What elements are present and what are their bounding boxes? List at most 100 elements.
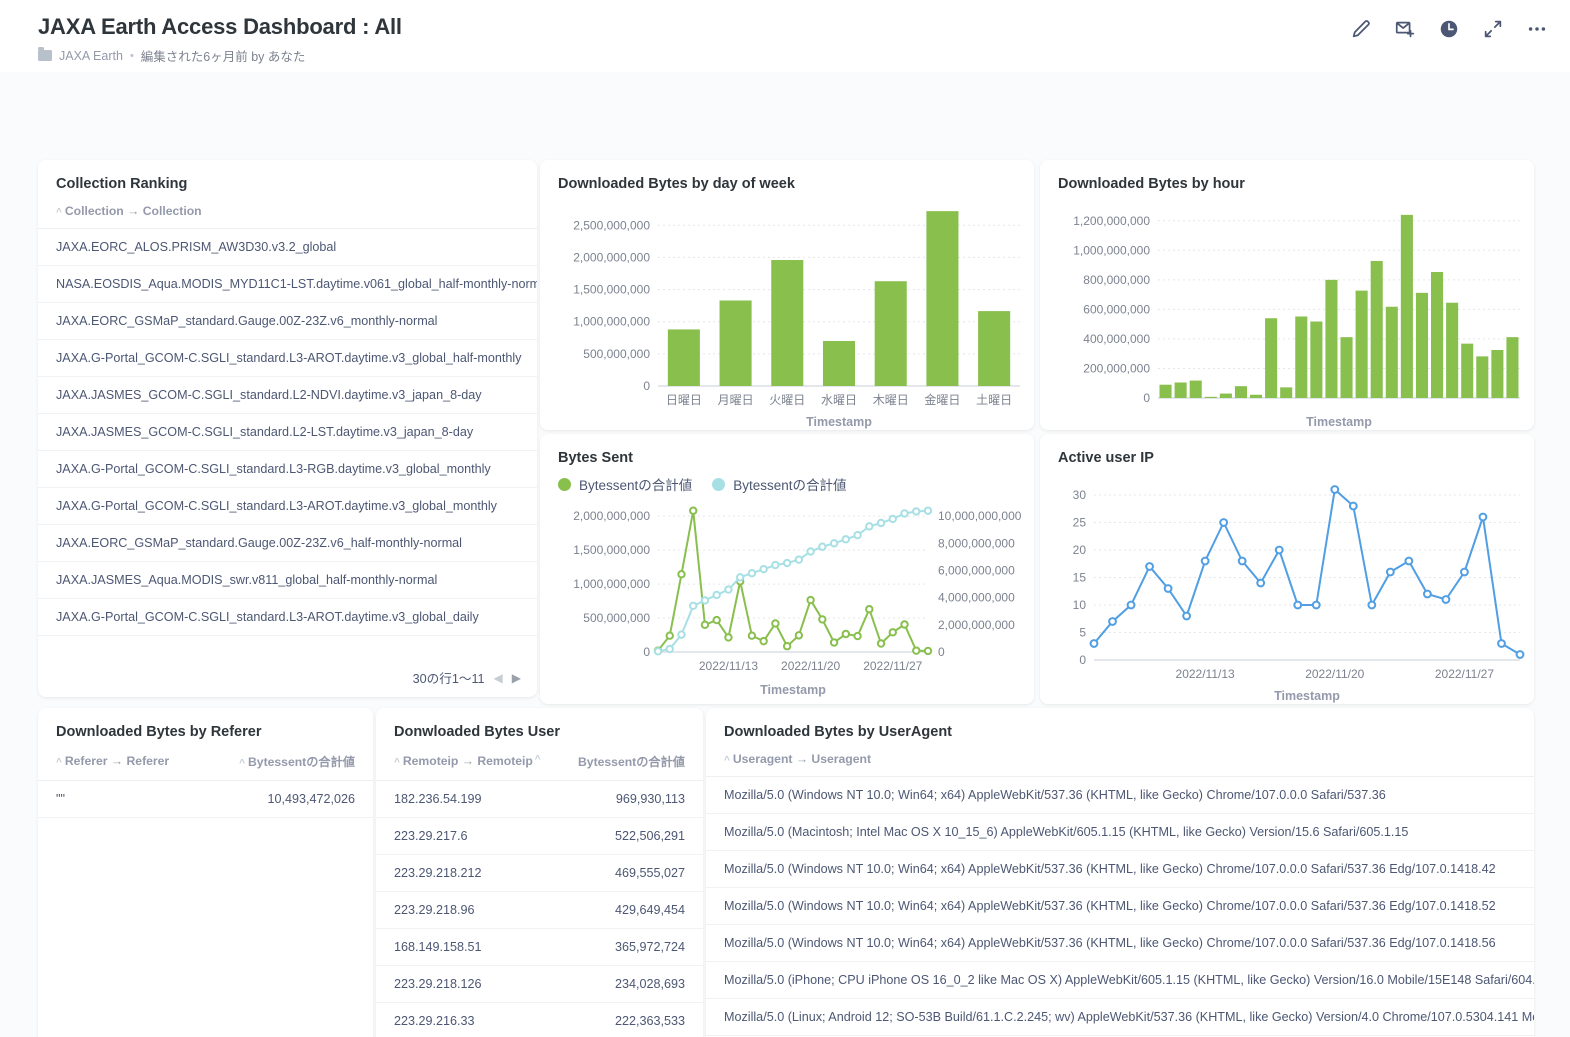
bar[interactable] [874,281,907,386]
table-row[interactable]: "" 10,493,472,026 [38,780,373,818]
prev-page-button[interactable]: ◀ [494,671,503,685]
cell-bytessent[interactable]: 429,649,454 [558,891,703,929]
data-point[interactable] [1497,639,1506,648]
data-point[interactable] [829,638,839,647]
bar[interactable] [1250,394,1263,398]
cell-useragent[interactable]: Mozilla/5.0 (Windows NT 10.0; Win64; x64… [706,850,1534,888]
data-point[interactable] [818,542,827,551]
table-row[interactable]: 223.29.218.212 469,555,027 [376,854,703,892]
cell-collection[interactable]: JAXA.JASMES_GCOM-C.SGLI_standard.L2-LST.… [38,413,537,451]
bar[interactable] [1461,343,1474,398]
data-point[interactable] [1200,556,1210,566]
data-point[interactable] [759,564,768,574]
cell-useragent[interactable]: Mozilla/5.0 (iPhone; CPU iPhone OS 16_0_… [706,961,1534,999]
data-point[interactable] [677,630,686,639]
cell-collection[interactable]: JAXA.G-Portal_GCOM-C.SGLI_standard.L3-AR… [38,339,537,377]
cell-useragent[interactable]: Mozilla/5.0 (Macintosh; Intel Mac OS X 1… [706,813,1534,851]
data-point[interactable] [1108,617,1117,626]
table-row[interactable]: Mozilla/5.0 (Windows NT 10.0; Win64; x64… [706,776,1534,814]
bar[interactable] [1295,316,1308,398]
cell-useragent[interactable]: Mozilla/5.0 (Windows NT 10.0; Win64; x64… [706,924,1534,962]
table-row[interactable]: JAXA.JASMES_Aqua.MODIS_swr.v811_global_h… [38,561,537,599]
bar[interactable] [1431,272,1444,398]
bar[interactable] [1265,318,1278,398]
data-point[interactable] [829,539,839,548]
table-row[interactable]: Mozilla/5.0 (Windows NT 10.0; Win64; x64… [706,887,1534,925]
data-point[interactable] [888,514,897,524]
data-point[interactable] [912,646,921,655]
bar[interactable] [1189,380,1202,398]
data-point[interactable] [665,631,674,640]
bar[interactable] [1234,386,1247,398]
chart-bytes-sent[interactable]: 0 500,000,000 1,000,000,000 1,500,000,000 2,… [540,494,1034,700]
cell-bytessent[interactable]: 10,493,472,026 [204,780,373,818]
envelope-plus-icon[interactable] [1394,18,1416,40]
next-page-button[interactable]: ▶ [512,671,521,685]
data-point[interactable] [1460,567,1469,577]
table-row[interactable]: 223.29.218.126 234,028,693 [376,965,703,1003]
data-point[interactable] [747,569,757,578]
cell-bytessent[interactable]: 469,555,027 [558,854,703,892]
data-point[interactable] [747,631,757,640]
bar[interactable] [1219,393,1232,398]
bar[interactable] [1415,292,1428,398]
data-point[interactable] [806,547,815,556]
data-point[interactable] [712,615,721,625]
data-point[interactable] [1515,650,1525,659]
column-header-useragent[interactable]: ^ Useragent → Useragent [706,744,1534,777]
bar[interactable] [926,211,959,386]
data-point[interactable] [700,620,710,630]
cell-remoteip[interactable]: 223.29.218.96 [376,891,559,929]
bar[interactable] [1159,384,1172,398]
data-point[interactable] [865,605,874,614]
cell-bytessent[interactable]: 222,363,533 [558,1002,703,1037]
data-point[interactable] [782,642,792,651]
cell-collection[interactable]: JAXA.EORC_GSMaP_standard.Gauge.00Z-23Z.v… [38,302,537,340]
table-row[interactable]: 223.29.218.96 429,649,454 [376,891,703,929]
cell-useragent[interactable]: Mozilla/5.0 (Linux; Android 12; SO-53B B… [706,998,1534,1036]
data-point[interactable] [1219,518,1229,527]
bar[interactable] [1476,356,1489,398]
bar[interactable] [978,311,1011,386]
table-row[interactable]: JAXA.G-Portal_GCOM-C.SGLI_standard.L3-AR… [38,598,537,636]
bar[interactable] [1506,337,1519,398]
data-point[interactable] [1145,562,1154,571]
cell-collection[interactable]: JAXA.JASMES_Aqua.MODIS_swr.v811_global_h… [38,561,537,599]
table-row[interactable]: JAXA.G-Portal_GCOM-C.SGLI_standard.L3-AR… [38,487,537,525]
data-point[interactable] [1163,584,1173,593]
data-point[interactable] [923,646,933,656]
column-header-bytessent[interactable]: Bytessentの合計値 [558,744,703,781]
data-point[interactable] [912,507,921,516]
cell-useragent[interactable]: Mozilla/5.0 (Windows NT 10.0; Win64; x64… [706,776,1534,814]
table-row[interactable]: Mozilla/5.0 (Windows NT 10.0; Win64; x64… [706,924,1534,962]
data-point[interactable] [1293,600,1303,610]
legend-item-right[interactable]: Bytessentの合計値 [712,474,847,494]
cell-remoteip[interactable]: 223.29.218.126 [376,965,559,1003]
data-point[interactable] [1385,567,1395,577]
bar[interactable] [1340,337,1353,398]
table-row[interactable]: 182.236.54.199 969,930,113 [376,780,703,818]
data-point[interactable] [782,558,792,568]
data-point[interactable] [1182,611,1192,621]
cell-remoteip[interactable]: 168.149.158.51 [376,928,559,966]
bar[interactable] [1400,214,1413,398]
table-row[interactable]: 223.29.217.6 522,506,291 [376,817,703,855]
data-point[interactable] [1367,600,1377,610]
chart-active-user-ip[interactable]: 0 5 10 15 20 25 30 2022/11/13 2022/11/20 2022/11/… [1040,470,1534,704]
data-point[interactable] [724,633,733,642]
bar[interactable] [1491,350,1504,398]
data-point[interactable] [853,531,862,540]
bar[interactable] [771,260,804,386]
column-header-remoteip[interactable]: ^ Remoteip → Remoteip ^ [376,744,559,781]
data-point[interactable] [818,615,827,624]
data-point[interactable] [771,619,780,628]
bar[interactable] [1174,382,1187,398]
data-point[interactable] [1311,600,1321,610]
expand-icon[interactable] [1482,18,1504,40]
table-row[interactable]: JAXA.EORC_GSMaP_standard.Gauge.00Z-23Z.v… [38,524,537,562]
cell-collection[interactable]: JAXA.G-Portal_GCOM-C.SGLI_standard.L3-AR… [38,598,537,636]
table-row[interactable]: JAXA.EORC_GSMaP_standard.Gauge.00Z-23Z.v… [38,302,537,340]
column-header-bytessent[interactable]: ^ Bytessentの合計値 [204,744,373,781]
clock-icon[interactable] [1438,18,1460,40]
data-point[interactable] [771,560,780,570]
